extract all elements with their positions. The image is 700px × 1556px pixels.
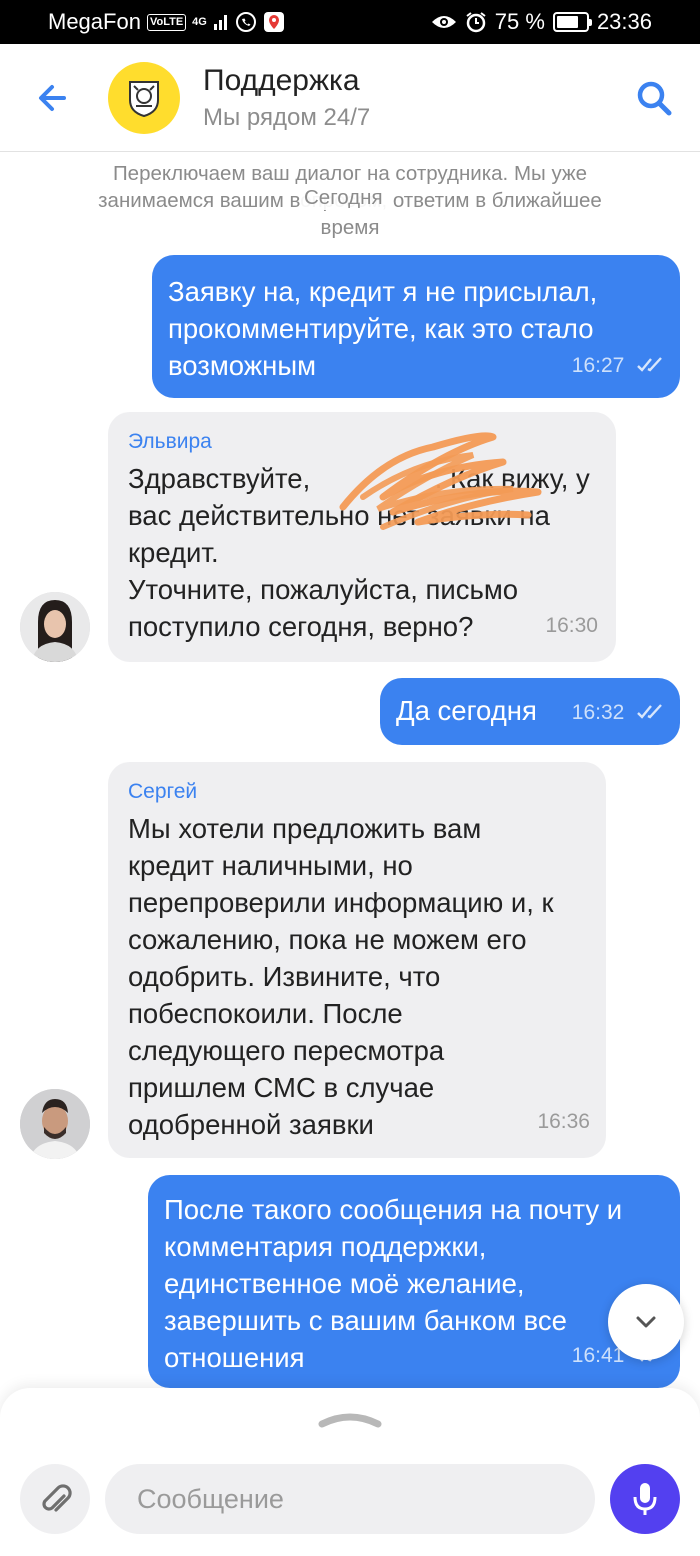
incoming-message[interactable]: Эльвира Здравствуйте, ██████. Как вижу, …	[108, 412, 616, 662]
back-arrow-icon[interactable]	[30, 76, 78, 120]
message-text: Да сегодня	[396, 695, 537, 726]
man-avatar-icon	[20, 1089, 90, 1159]
status-left: MegaFon VoLTE 4G	[48, 9, 285, 35]
double-check-icon	[637, 356, 662, 372]
composer: Сообщение	[0, 1388, 700, 1556]
clock: 23:36	[596, 9, 652, 34]
message-time: 16:32	[571, 701, 625, 724]
status-right: 75 % 23:36	[431, 9, 652, 35]
message-text: Мы хотели предложить вам кредит наличным…	[128, 813, 554, 1140]
outgoing-message[interactable]: Заявку на, кредит я не присылал, прокомм…	[152, 255, 680, 398]
microphone-icon	[633, 1483, 657, 1515]
chat-subtitle: Мы рядом 24/7	[203, 104, 371, 131]
message-time: 16:27	[571, 354, 625, 377]
battery-percent: 75 %	[494, 9, 545, 34]
collapse-handle-icon[interactable]	[318, 1408, 382, 1428]
network-type: 4G	[192, 15, 207, 28]
location-app-icon	[263, 12, 284, 32]
outgoing-message[interactable]: Да сегодня 16:32	[380, 678, 680, 745]
date-chip: Сегодня	[300, 186, 387, 210]
carrier-name: MegaFon	[48, 9, 141, 34]
alarm-icon	[466, 12, 486, 33]
message-time: 16:41	[571, 1344, 625, 1367]
bank-logo[interactable]	[108, 62, 180, 134]
chat-header: Поддержка Мы рядом 24/7	[0, 44, 700, 152]
microphone-button[interactable]	[610, 1464, 680, 1534]
outgoing-message[interactable]: После такого сообщения на почту и коммен…	[148, 1175, 680, 1388]
agent-avatar[interactable]	[20, 592, 90, 662]
attach-button[interactable]	[20, 1464, 90, 1534]
whatsapp-icon	[235, 12, 256, 32]
message-time: 16:30	[545, 614, 598, 637]
signal-icon	[213, 15, 227, 30]
battery-icon	[552, 12, 592, 32]
bank-logo-icon	[129, 81, 159, 118]
scroll-down-icon	[636, 1316, 656, 1328]
chat-title: Поддержка	[203, 64, 360, 97]
message-meta: 16:27	[572, 344, 664, 384]
message-input[interactable]: Сообщение	[105, 1464, 595, 1534]
eye-icon	[431, 16, 456, 28]
redaction-scribble	[339, 432, 542, 530]
message-time: 16:36	[537, 1110, 590, 1133]
sender-name: Сергей	[128, 780, 198, 803]
volte-badge: VoLTE	[146, 13, 187, 31]
double-check-icon	[637, 703, 662, 719]
scroll-down-button[interactable]	[608, 1284, 684, 1360]
status-bar: MegaFon VoLTE 4G 75 % 23:36	[0, 0, 700, 44]
message-meta: 16:32	[572, 691, 664, 731]
battery-level	[556, 16, 578, 28]
search-icon[interactable]	[632, 76, 676, 120]
paperclip-icon	[42, 1484, 72, 1512]
woman-avatar-icon	[20, 592, 90, 662]
agent-avatar[interactable]	[20, 1089, 90, 1159]
incoming-message[interactable]: Сергей Мы хотели предложить вам кредит н…	[108, 762, 606, 1158]
